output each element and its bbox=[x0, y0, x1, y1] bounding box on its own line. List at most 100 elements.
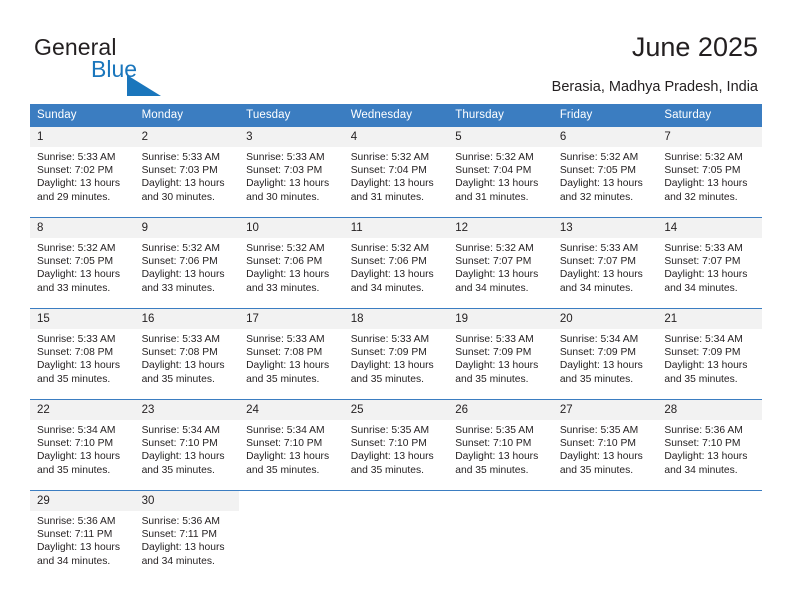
day-cell[interactable]: 30 Sunrise: 5:36 AM Sunset: 7:11 PM Dayl… bbox=[134, 490, 240, 581]
daylight-text-line1: Daylight: 13 hours bbox=[350, 360, 434, 372]
sunrise-text: Sunrise: 5:33 AM bbox=[141, 152, 220, 163]
daylight-text-line1: Daylight: 13 hours bbox=[559, 360, 643, 372]
sunrise-text: Sunrise: 5:33 AM bbox=[246, 152, 325, 163]
day-info: Sunrise: 5:33 AM Sunset: 7:07 PM Dayligh… bbox=[553, 238, 658, 295]
daylight-text-line1: Daylight: 13 hours bbox=[141, 542, 225, 554]
day-number: 3 bbox=[239, 127, 344, 147]
day-cell-empty bbox=[448, 490, 553, 581]
day-number: 29 bbox=[30, 491, 135, 511]
day-cell-empty bbox=[239, 490, 344, 581]
day-number: 23 bbox=[134, 400, 240, 420]
day-number: 11 bbox=[343, 218, 449, 238]
calendar-grid: Sunday Monday Tuesday Wednesday Thursday… bbox=[30, 104, 762, 581]
sunset-text: Sunset: 7:05 PM bbox=[37, 256, 114, 268]
day-cell[interactable]: 10 Sunrise: 5:32 AM Sunset: 7:06 PM Dayl… bbox=[239, 217, 344, 309]
day-cell[interactable]: 13 Sunrise: 5:33 AM Sunset: 7:07 PM Dayl… bbox=[552, 217, 658, 309]
day-info: Sunrise: 5:34 AM Sunset: 7:09 PM Dayligh… bbox=[553, 329, 658, 386]
sunset-text: Sunset: 7:10 PM bbox=[350, 438, 427, 450]
day-cell[interactable]: 26 Sunrise: 5:35 AM Sunset: 7:10 PM Dayl… bbox=[448, 399, 553, 491]
sunset-text: Sunset: 7:10 PM bbox=[246, 438, 323, 450]
sunset-text: Sunset: 7:04 PM bbox=[350, 165, 427, 177]
sunrise-text: Sunrise: 5:33 AM bbox=[141, 334, 220, 345]
day-cell[interactable]: 16 Sunrise: 5:33 AM Sunset: 7:08 PM Dayl… bbox=[134, 308, 240, 400]
day-cell[interactable]: 6 Sunrise: 5:32 AM Sunset: 7:05 PM Dayli… bbox=[552, 126, 658, 218]
day-info: Sunrise: 5:36 AM Sunset: 7:11 PM Dayligh… bbox=[135, 511, 240, 568]
calendar-week-row: 15 Sunrise: 5:33 AM Sunset: 7:08 PM Dayl… bbox=[30, 308, 762, 400]
daylight-text-line2: and 35 minutes. bbox=[350, 464, 424, 476]
calendar-table: Sunday Monday Tuesday Wednesday Thursday… bbox=[30, 104, 762, 581]
day-cell[interactable]: 18 Sunrise: 5:33 AM Sunset: 7:09 PM Dayl… bbox=[343, 308, 449, 400]
day-cell[interactable]: 7 Sunrise: 5:32 AM Sunset: 7:05 PM Dayli… bbox=[657, 126, 762, 218]
day-cell[interactable]: 4 Sunrise: 5:32 AM Sunset: 7:04 PM Dayli… bbox=[343, 126, 449, 218]
daylight-text-line1: Daylight: 13 hours bbox=[37, 542, 120, 554]
sunrise-text: Sunrise: 5:32 AM bbox=[664, 152, 743, 163]
day-cell[interactable]: 21 Sunrise: 5:34 AM Sunset: 7:09 PM Dayl… bbox=[657, 308, 762, 400]
sunrise-text: Sunrise: 5:36 AM bbox=[141, 516, 220, 527]
day-info: Sunrise: 5:32 AM Sunset: 7:04 PM Dayligh… bbox=[448, 147, 553, 204]
sunrise-text: Sunrise: 5:32 AM bbox=[246, 243, 325, 254]
day-number: 18 bbox=[343, 309, 449, 329]
day-info: Sunrise: 5:32 AM Sunset: 7:06 PM Dayligh… bbox=[135, 238, 240, 295]
day-cell[interactable]: 14 Sunrise: 5:33 AM Sunset: 7:07 PM Dayl… bbox=[657, 217, 762, 309]
day-cell[interactable]: 22 Sunrise: 5:34 AM Sunset: 7:10 PM Dayl… bbox=[30, 399, 135, 491]
day-info: Sunrise: 5:32 AM Sunset: 7:07 PM Dayligh… bbox=[448, 238, 553, 295]
day-cell[interactable]: 9 Sunrise: 5:32 AM Sunset: 7:06 PM Dayli… bbox=[134, 217, 240, 309]
daylight-text-line1: Daylight: 13 hours bbox=[455, 360, 539, 372]
day-number: 10 bbox=[239, 218, 344, 238]
day-cell[interactable]: 27 Sunrise: 5:35 AM Sunset: 7:10 PM Dayl… bbox=[552, 399, 658, 491]
day-info: Sunrise: 5:33 AM Sunset: 7:07 PM Dayligh… bbox=[657, 238, 762, 295]
sunrise-text: Sunrise: 5:33 AM bbox=[37, 152, 116, 163]
sunset-text: Sunset: 7:10 PM bbox=[559, 438, 636, 450]
day-number: 16 bbox=[134, 309, 240, 329]
day-cell[interactable]: 17 Sunrise: 5:33 AM Sunset: 7:08 PM Dayl… bbox=[239, 308, 344, 400]
day-cell[interactable]: 20 Sunrise: 5:34 AM Sunset: 7:09 PM Dayl… bbox=[552, 308, 658, 400]
daylight-text-line2: and 35 minutes. bbox=[559, 464, 634, 476]
sunset-text: Sunset: 7:04 PM bbox=[455, 165, 532, 177]
day-cell[interactable]: 8 Sunrise: 5:32 AM Sunset: 7:05 PM Dayli… bbox=[30, 217, 135, 309]
daylight-text-line2: and 33 minutes. bbox=[37, 282, 111, 294]
sunset-text: Sunset: 7:10 PM bbox=[37, 438, 114, 450]
day-cell[interactable]: 15 Sunrise: 5:33 AM Sunset: 7:08 PM Dayl… bbox=[30, 308, 135, 400]
weekday-header-tuesday: Tuesday bbox=[239, 104, 344, 127]
logo-text-blue: Blue bbox=[91, 56, 138, 82]
day-number: 26 bbox=[448, 400, 553, 420]
sunset-text: Sunset: 7:06 PM bbox=[350, 256, 427, 268]
sunset-text: Sunset: 7:07 PM bbox=[455, 256, 532, 268]
day-info: Sunrise: 5:36 AM Sunset: 7:11 PM Dayligh… bbox=[30, 511, 135, 568]
daylight-text-line2: and 32 minutes. bbox=[664, 191, 738, 203]
day-cell[interactable]: 29 Sunrise: 5:36 AM Sunset: 7:11 PM Dayl… bbox=[30, 490, 135, 581]
day-cell[interactable]: 11 Sunrise: 5:32 AM Sunset: 7:06 PM Dayl… bbox=[343, 217, 449, 309]
sunrise-text: Sunrise: 5:33 AM bbox=[455, 334, 534, 345]
day-cell[interactable]: 28 Sunrise: 5:36 AM Sunset: 7:10 PM Dayl… bbox=[657, 399, 762, 491]
day-number: 30 bbox=[134, 491, 240, 511]
day-info: Sunrise: 5:34 AM Sunset: 7:10 PM Dayligh… bbox=[239, 420, 344, 477]
daylight-text-line1: Daylight: 13 hours bbox=[246, 360, 330, 372]
day-info: Sunrise: 5:35 AM Sunset: 7:10 PM Dayligh… bbox=[448, 420, 553, 477]
sunset-text: Sunset: 7:08 PM bbox=[37, 347, 114, 359]
sunset-text: Sunset: 7:05 PM bbox=[664, 165, 741, 177]
daylight-text-line2: and 35 minutes. bbox=[455, 464, 529, 476]
day-cell[interactable]: 12 Sunrise: 5:32 AM Sunset: 7:07 PM Dayl… bbox=[448, 217, 553, 309]
daylight-text-line1: Daylight: 13 hours bbox=[246, 269, 330, 281]
daylight-text-line2: and 35 minutes. bbox=[37, 464, 111, 476]
day-cell[interactable]: 2 Sunrise: 5:33 AM Sunset: 7:03 PM Dayli… bbox=[134, 126, 240, 218]
day-cell[interactable]: 1 Sunrise: 5:33 AM Sunset: 7:02 PM Dayli… bbox=[30, 126, 135, 218]
day-cell[interactable]: 19 Sunrise: 5:33 AM Sunset: 7:09 PM Dayl… bbox=[448, 308, 553, 400]
daylight-text-line1: Daylight: 13 hours bbox=[455, 269, 539, 281]
day-number: 20 bbox=[552, 309, 658, 329]
sunset-text: Sunset: 7:09 PM bbox=[350, 347, 427, 359]
day-cell[interactable]: 23 Sunrise: 5:34 AM Sunset: 7:10 PM Dayl… bbox=[134, 399, 240, 491]
day-cell[interactable]: 3 Sunrise: 5:33 AM Sunset: 7:03 PM Dayli… bbox=[239, 126, 344, 218]
day-info: Sunrise: 5:32 AM Sunset: 7:04 PM Dayligh… bbox=[344, 147, 449, 204]
daylight-text-line1: Daylight: 13 hours bbox=[664, 178, 748, 190]
generalblue-logo[interactable]: General Blue bbox=[34, 34, 214, 96]
day-number: 14 bbox=[657, 218, 762, 238]
day-cell[interactable]: 5 Sunrise: 5:32 AM Sunset: 7:04 PM Dayli… bbox=[448, 126, 553, 218]
day-cell[interactable]: 24 Sunrise: 5:34 AM Sunset: 7:10 PM Dayl… bbox=[239, 399, 344, 491]
day-cell[interactable]: 25 Sunrise: 5:35 AM Sunset: 7:10 PM Dayl… bbox=[343, 399, 449, 491]
day-number: 7 bbox=[657, 127, 762, 147]
daylight-text-line2: and 35 minutes. bbox=[455, 373, 529, 385]
weekday-header-sunday: Sunday bbox=[30, 104, 135, 127]
page-location-subtitle: Berasia, Madhya Pradesh, India bbox=[551, 79, 758, 95]
sunset-text: Sunset: 7:11 PM bbox=[141, 529, 217, 541]
